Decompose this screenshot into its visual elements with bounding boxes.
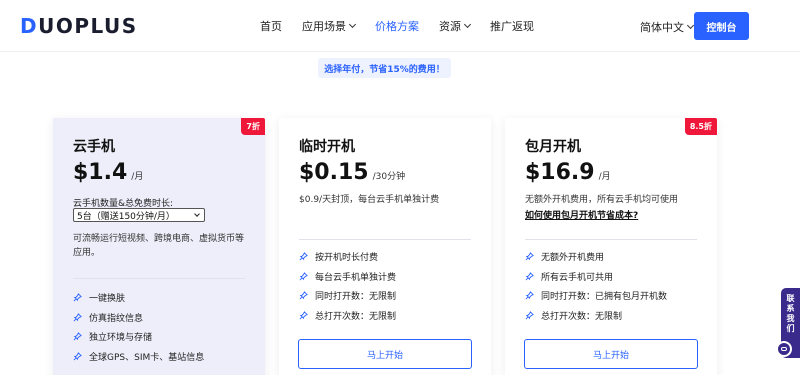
pricing-card-monthly-boot: 8.5折 包月开机 $16.9 /月 无额外开机费用，所有云手机均可使用 如何使…: [505, 118, 717, 375]
card-description: 无额外开机费用，所有云手机均可使用: [525, 195, 679, 205]
feature-item: 仿真指纹信息: [73, 308, 204, 328]
feature-item: 全球GPS、SIM卡、基站信息: [73, 347, 204, 367]
pin-icon: [299, 291, 308, 300]
discount-badge: 8.5折: [684, 118, 717, 135]
feature-item: 同时打开数：已拥有包月开机数: [525, 286, 667, 306]
chat-icon[interactable]: [776, 341, 792, 357]
console-button[interactable]: 控制台: [694, 12, 749, 40]
price: $0.15 /30分钟: [299, 160, 405, 185]
contact-tab-char: 系: [786, 304, 795, 313]
chevron-down-icon: [686, 21, 695, 30]
start-now-button[interactable]: 马上开始: [298, 339, 472, 369]
pin-icon: [73, 351, 82, 361]
pin-icon: [525, 310, 534, 320]
feature-item: 同时打开数：无限制: [299, 286, 396, 306]
card-title: 包月开机: [525, 139, 581, 155]
chevron-down-icon: [194, 211, 200, 217]
pin-icon: [299, 271, 308, 281]
feature-list: 一键换肤 仿真指纹信息 独立环境与存储 全球GPS、SIM卡、基站信息: [73, 288, 204, 366]
nav-item-use-cases[interactable]: 应用场景: [302, 18, 357, 34]
feature-item: 所有云手机可共用: [525, 267, 667, 287]
price-unit: /30分钟: [372, 172, 406, 182]
card-title: 临时开机: [299, 139, 355, 155]
feature-item: 每台云手机单独计费: [299, 267, 396, 287]
price-amount: $0.15: [299, 160, 369, 185]
annual-discount-banner: 选择年付，节省15%的费用！: [318, 58, 451, 78]
price-amount: $1.4: [73, 160, 128, 185]
price: $16.9 /月: [525, 160, 611, 185]
card-title: 云手机: [73, 139, 115, 155]
divider: [73, 278, 245, 279]
quantity-select-value: 5台（赠送150分钟/月）: [77, 211, 175, 222]
contact-tab-char: 我: [786, 314, 795, 323]
quantity-select[interactable]: 5台（赠送150分钟/月）: [73, 208, 205, 222]
chevron-down-icon: [348, 20, 357, 29]
chat-bubble-glyph: [781, 347, 787, 351]
price: $1.4 /月: [73, 160, 143, 185]
divider: [525, 239, 697, 240]
discount-badge: 7折: [241, 118, 265, 135]
pin-icon: [299, 252, 308, 261]
feature-item: 一键换肤: [73, 288, 204, 308]
feature-item: 独立环境与存储: [73, 327, 204, 347]
pricing-card-temporary-boot: 临时开机 $0.15 /30分钟 $0.9/天封顶，每台云手机单独计费 按开机时…: [279, 118, 491, 375]
price-amount: $16.9: [525, 160, 595, 185]
nav-item-resources[interactable]: 资源: [439, 18, 472, 34]
pin-icon: [299, 310, 308, 320]
feature-item: 无额外开机费用: [525, 247, 667, 267]
pricing-card-cloud-phone: 7折 云手机 $1.4 /月 云手机数量&总免费时长: 5台（赠送150分钟/月…: [53, 118, 265, 375]
divider: [299, 239, 471, 240]
contact-tab-char: 联: [786, 294, 795, 303]
card-description: 可流畅运行短视频、跨境电商、虚拟货币等应用。: [73, 234, 245, 258]
chevron-down-icon: [463, 20, 472, 29]
price-unit: /月: [131, 172, 144, 182]
pin-icon: [73, 312, 82, 322]
pin-icon: [73, 332, 82, 341]
feature-item: 总打开次数：无限制: [525, 306, 667, 326]
nav-item-referral[interactable]: 推广返现: [490, 18, 534, 34]
feature-item: 按开机时长付费: [299, 247, 396, 267]
language-selector[interactable]: 简体中文: [640, 19, 695, 35]
pin-icon: [525, 291, 534, 300]
start-now-button[interactable]: 马上开始: [524, 339, 698, 369]
pin-icon: [525, 252, 534, 261]
duoplus-logo[interactable]: DUOPLUS: [20, 13, 138, 39]
feature-list: 按开机时长付费 每台云手机单独计费 同时打开数：无限制 总打开次数：无限制: [299, 247, 396, 325]
feature-item: 总打开次数：无限制: [299, 306, 396, 326]
pin-icon: [73, 293, 82, 302]
feature-list: 无额外开机费用 所有云手机可共用 同时打开数：已拥有包月开机数 总打开次数：无限…: [525, 247, 667, 325]
nav-item-home[interactable]: 首页: [260, 18, 282, 34]
nav-item-pricing[interactable]: 价格方案: [375, 18, 419, 34]
top-navigation-bar: DUOPLUS 首页 应用场景 价格方案 资源 推广返现 简体中文 控制台: [0, 0, 800, 52]
contact-tab-char: 们: [786, 324, 795, 333]
price-unit: /月: [598, 172, 611, 182]
cost-saving-link[interactable]: 如何使用包月开机节省成本?: [525, 208, 638, 221]
logo-text: DUOPLUS: [20, 14, 138, 38]
pin-icon: [525, 271, 534, 281]
main-nav: 首页 应用场景 价格方案 资源 推广返现: [260, 0, 554, 52]
card-description: $0.9/天封顶，每台云手机单独计费: [299, 195, 440, 205]
